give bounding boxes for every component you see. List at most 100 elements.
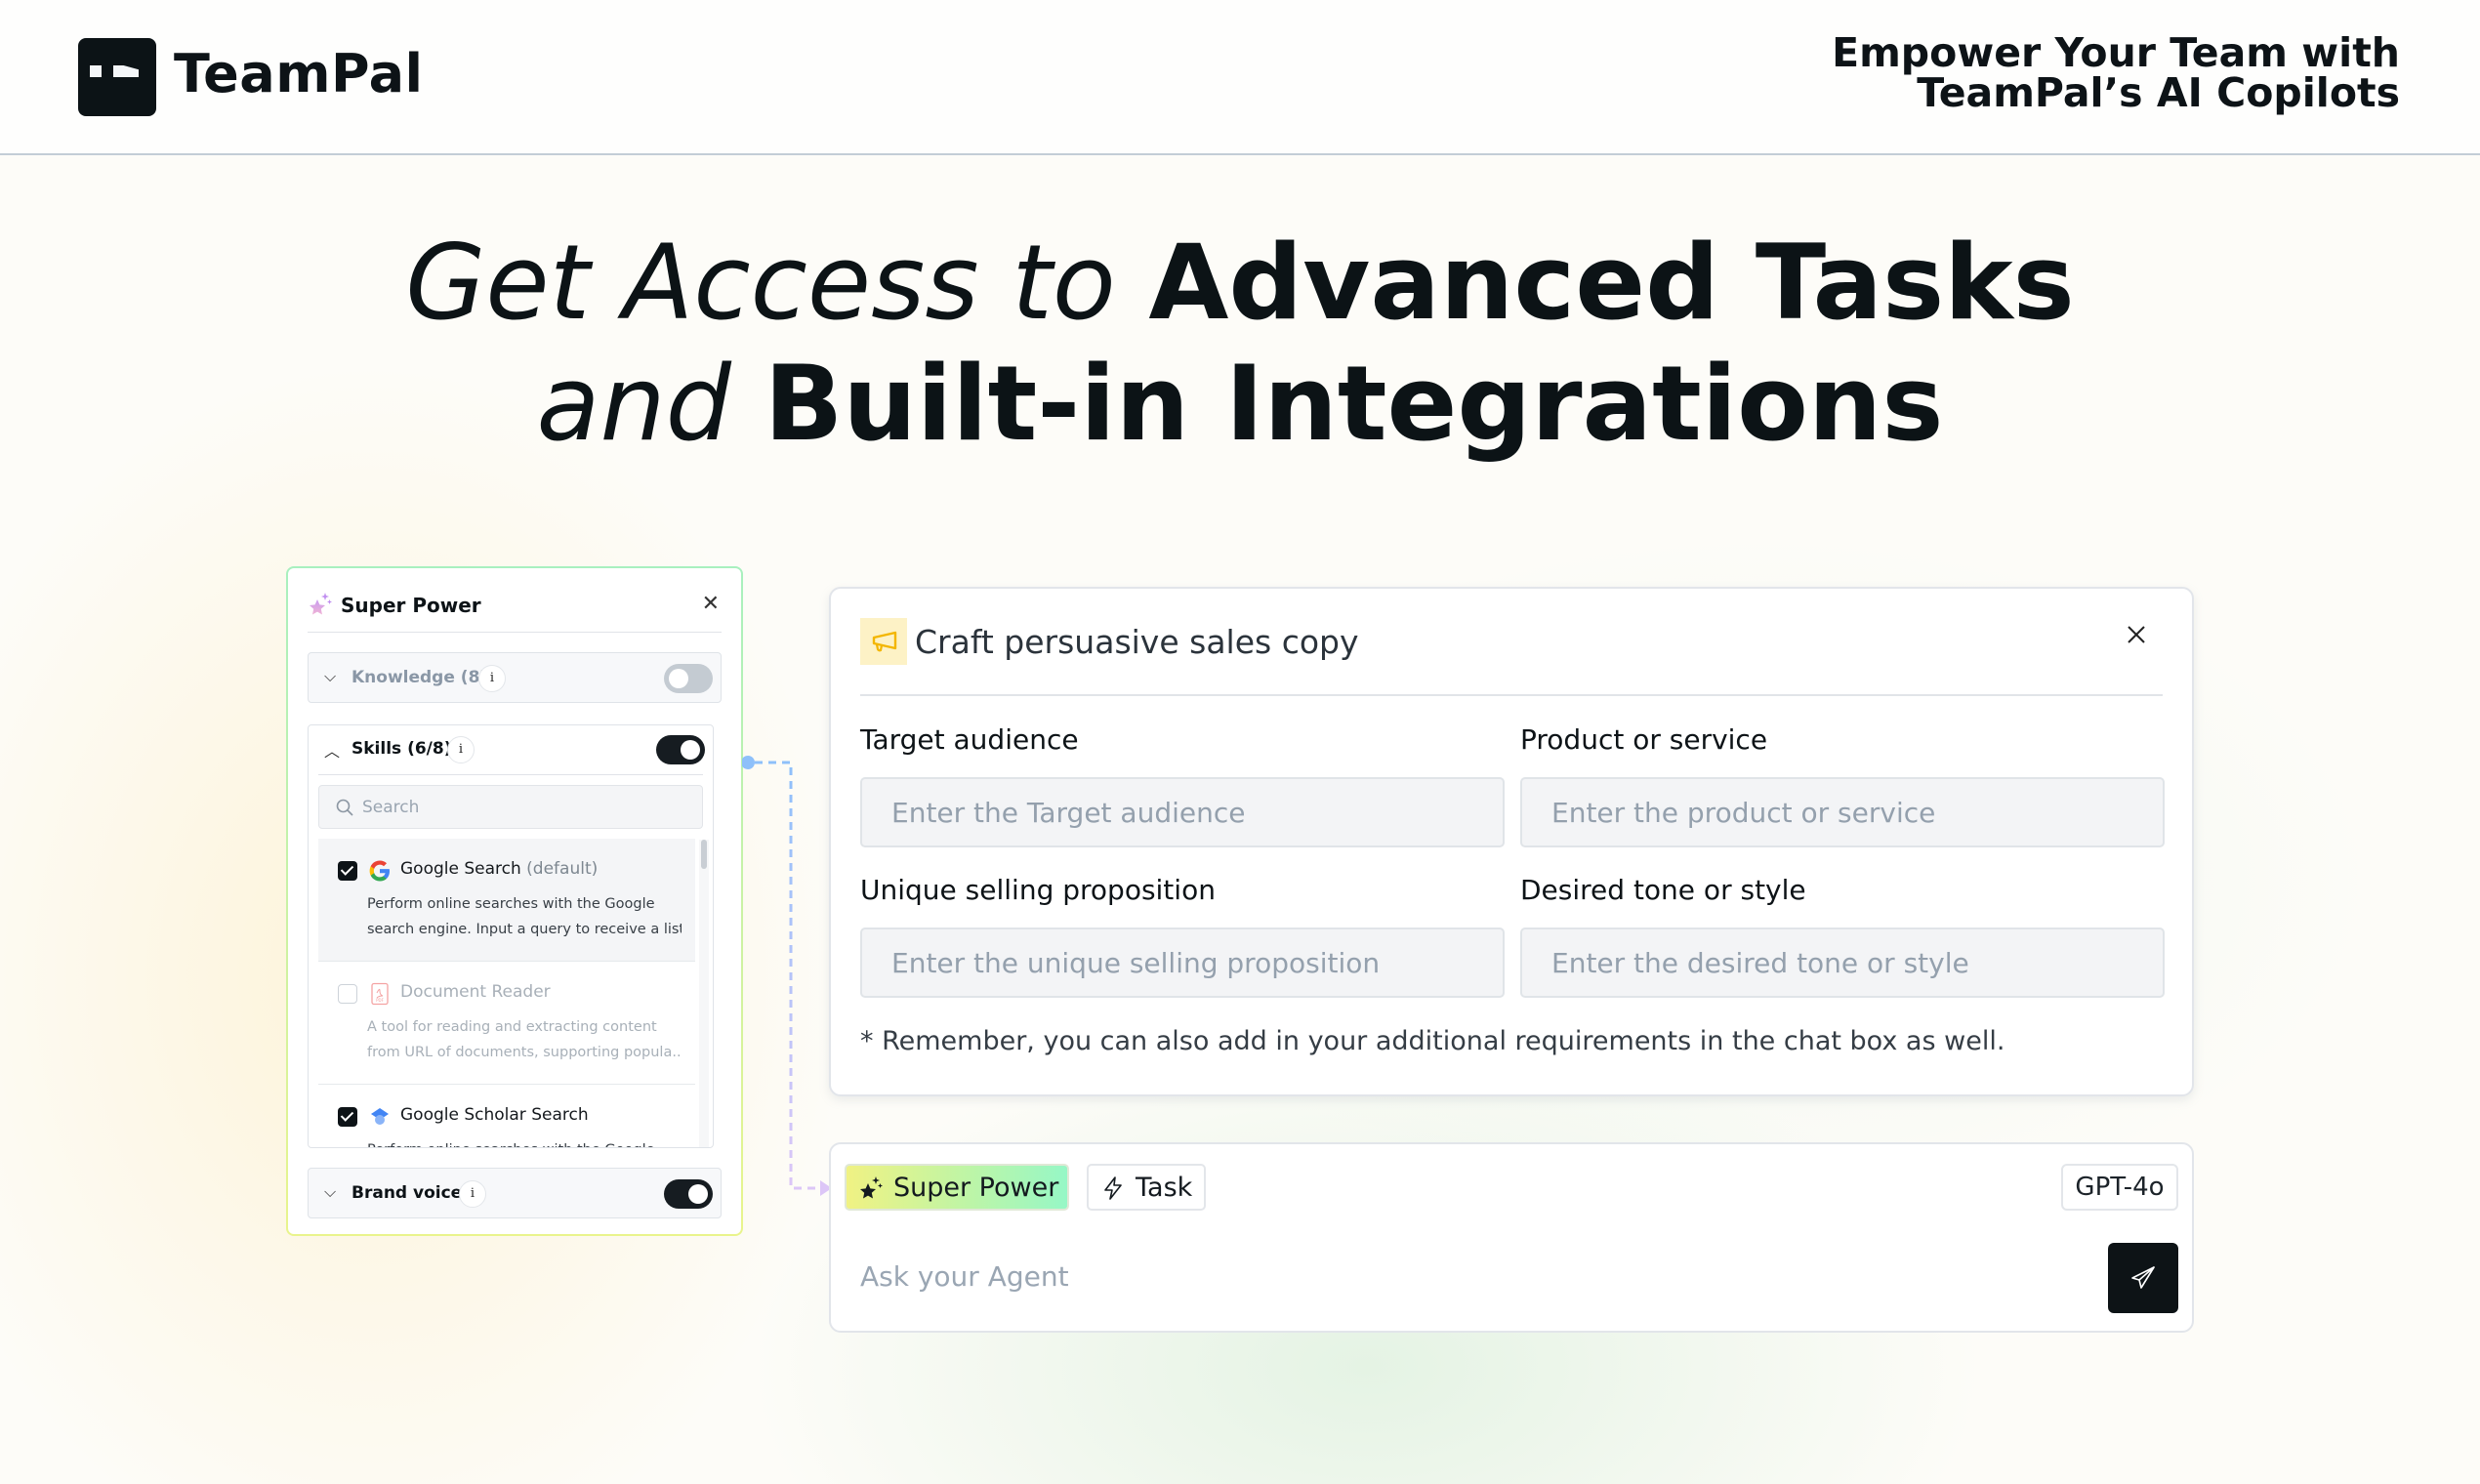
skill-description-line: A tool for reading and extracting conten… <box>367 1019 657 1035</box>
skill-description-line: Perform online searches with the Google <box>367 896 655 912</box>
skill-item-google-search[interactable]: Google Search (default) Perform online s… <box>318 839 695 962</box>
headline-line-1-italic: Get Access to <box>405 223 1149 343</box>
field-label-target-audience: Target audience <box>860 723 1079 756</box>
lightning-icon <box>1104 1176 1122 1200</box>
close-icon[interactable] <box>2124 622 2149 647</box>
headline-line-1-bold: Advanced Tasks <box>1148 223 2075 343</box>
info-icon[interactable]: i <box>447 736 475 763</box>
headline-line-1: Get Access to Advanced Tasks <box>0 223 2480 344</box>
info-icon[interactable]: i <box>478 665 506 692</box>
chevron-down-icon[interactable]: ⌵ <box>324 1182 336 1202</box>
skill-name: Google Scholar Search <box>400 1105 589 1125</box>
skill-description: A tool for reading and extracting conten… <box>367 1014 682 1065</box>
skills-list: Google Search (default) Perform online s… <box>318 839 695 1147</box>
skill-description: Perform online searches with the Google <box>367 1137 682 1147</box>
skill-description-line: from URL of documents, supporting popula… <box>367 1045 682 1060</box>
skills-search-input[interactable] <box>362 786 655 828</box>
skill-name: Google Search (default) <box>400 859 598 879</box>
divider <box>318 774 703 775</box>
skills-section: ︿ Skills (6/8) i Google Search (default) <box>308 724 714 1148</box>
usp-input[interactable] <box>860 928 1505 998</box>
svg-text:PDF: PDF <box>376 998 384 1003</box>
pdf-icon: PDF <box>371 982 389 1006</box>
skill-default-tag: (default) <box>520 859 599 879</box>
model-selector[interactable]: GPT-4o <box>2061 1164 2178 1211</box>
super-power-chip-label: Super Power <box>893 1173 1059 1203</box>
skill-item-google-scholar[interactable]: Google Scholar Search Perform online sea… <box>318 1085 695 1147</box>
skill-description: Perform online searches with the Google … <box>367 891 682 942</box>
skills-label: Skills (6/8) <box>351 739 452 759</box>
toggle-knob <box>681 740 700 760</box>
top-header: TeamPal Empower Your Team with TeamPal’s… <box>0 0 2480 155</box>
headline-line-2: and Built-in Integrations <box>0 344 2480 465</box>
skill-checkbox[interactable] <box>338 861 357 881</box>
knowledge-section[interactable]: ⌵ Knowledge (8) i <box>308 652 722 703</box>
task-chip-label: Task <box>1136 1173 1193 1203</box>
target-audience-input[interactable] <box>860 777 1505 847</box>
skill-description-line: Perform online searches with the Google <box>367 1137 682 1147</box>
super-power-panel-title: Super Power <box>341 594 481 617</box>
tagline: Empower Your Team with TeamPal’s AI Copi… <box>1832 33 2400 113</box>
divider <box>860 694 2163 696</box>
skill-name-text: Google Scholar Search <box>400 1105 589 1125</box>
skill-name-text: Document Reader <box>400 982 551 1002</box>
close-icon[interactable]: ✕ <box>702 592 720 616</box>
chevron-up-icon[interactable]: ︿ <box>324 738 340 762</box>
skills-search-box[interactable] <box>318 785 703 829</box>
brand-name[interactable]: TeamPal <box>174 43 424 104</box>
connector-start-dot <box>742 756 755 769</box>
scrollbar-track[interactable] <box>699 840 709 1147</box>
connector-path <box>755 761 818 1190</box>
tagline-line-1: Empower Your Team with <box>1832 29 2400 76</box>
logo-eye-right <box>113 65 139 77</box>
skill-description-line: search engine. Input a query to receive … <box>367 922 682 937</box>
skill-checkbox[interactable] <box>338 1107 357 1127</box>
brand-voice-toggle[interactable] <box>664 1179 713 1209</box>
skill-item-document-reader[interactable]: PDF Document Reader A tool for reading a… <box>318 962 695 1085</box>
send-button[interactable] <box>2108 1243 2178 1313</box>
task-form-note: * Remember, you can also add in your add… <box>860 1026 2005 1056</box>
hero-headline: Get Access to Advanced Tasks and Built-i… <box>0 223 2480 465</box>
skill-name: Document Reader <box>400 982 551 1002</box>
field-label-tone-style: Desired tone or style <box>1520 874 1806 906</box>
skill-checkbox[interactable] <box>338 984 357 1004</box>
task-form-title: Craft persuasive sales copy <box>915 623 1359 661</box>
logo-eye-left <box>90 65 102 77</box>
headline-line-2-bold: Built-in Integrations <box>764 344 1944 464</box>
skill-name-text: Google Search <box>400 859 521 879</box>
skills-toggle[interactable] <box>656 735 705 764</box>
paper-plane-icon <box>2131 1266 2155 1289</box>
skills-section-header[interactable]: ︿ Skills (6/8) i <box>309 725 713 775</box>
chat-input[interactable] <box>860 1252 2032 1300</box>
super-power-panel-header: Super Power ✕ <box>308 588 722 633</box>
google-icon <box>369 860 390 882</box>
connector-line <box>742 756 832 1196</box>
product-service-input[interactable] <box>1520 777 2165 847</box>
task-form-card: Craft persuasive sales copy Target audie… <box>829 587 2194 1096</box>
super-power-panel: Super Power ✕ ⌵ Knowledge (8) i ︿ Skills… <box>286 566 743 1236</box>
teampal-logo-icon[interactable] <box>78 38 156 116</box>
megaphone-icon-box <box>860 618 907 665</box>
toggle-knob <box>669 669 688 688</box>
headline-line-2-italic: and <box>536 344 765 464</box>
chevron-down-icon[interactable]: ⌵ <box>324 667 336 686</box>
sparkle-star-icon <box>860 1176 883 1199</box>
knowledge-toggle[interactable] <box>664 664 713 693</box>
knowledge-label: Knowledge (8) <box>351 668 488 687</box>
tagline-line-2: TeamPal’s AI Copilots <box>1917 69 2400 116</box>
field-label-product-service: Product or service <box>1520 723 1768 756</box>
info-icon[interactable]: i <box>459 1180 486 1208</box>
megaphone-icon <box>872 631 897 652</box>
brand-voice-label: Brand voice <box>351 1183 463 1203</box>
brand-voice-section[interactable]: ⌵ Brand voice i <box>308 1168 722 1218</box>
scholar-cap-icon <box>371 1108 389 1125</box>
task-chip[interactable]: Task <box>1087 1164 1206 1211</box>
scrollbar-thumb[interactable] <box>701 840 707 869</box>
field-label-usp: Unique selling proposition <box>860 874 1216 906</box>
search-icon <box>336 799 353 816</box>
tone-style-input[interactable] <box>1520 928 2165 998</box>
toggle-knob <box>688 1184 708 1204</box>
super-power-chip[interactable]: Super Power <box>845 1164 1069 1211</box>
chat-box: Super Power Task GPT-4o <box>829 1142 2194 1333</box>
sparkle-star-icon <box>310 593 332 615</box>
